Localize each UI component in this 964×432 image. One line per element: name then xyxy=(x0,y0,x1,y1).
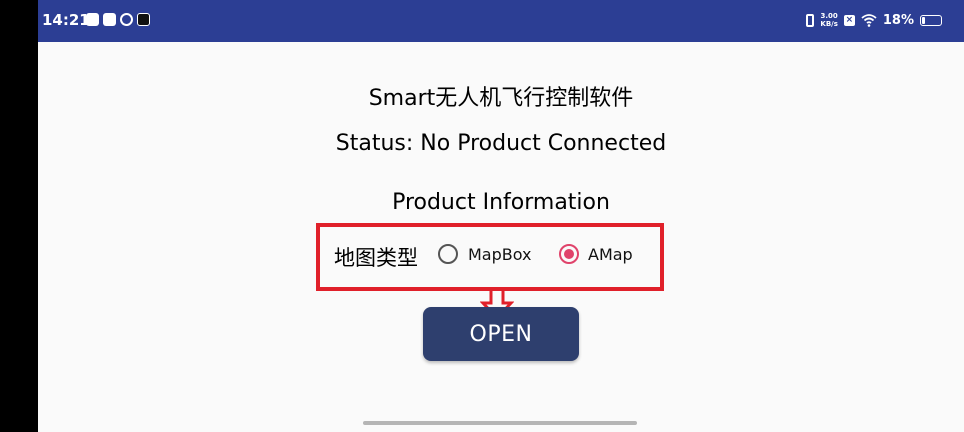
app-notification-icon xyxy=(86,13,99,26)
sync-notification-icon xyxy=(120,13,133,26)
amap-radio[interactable] xyxy=(559,244,579,264)
message-notification-icon xyxy=(103,13,116,26)
system-icons: 3.00 KB/s × 18% xyxy=(806,12,942,28)
close-box-icon: × xyxy=(843,14,855,26)
mapbox-radio-label[interactable]: MapBox xyxy=(468,245,532,264)
product-information-heading: Product Information xyxy=(392,190,610,215)
battery-percent: 18% xyxy=(882,12,914,28)
main-content: Smart无人机飞行控制软件 Status: No Product Connec… xyxy=(38,42,964,432)
app-title: Smart无人机飞行控制软件 xyxy=(368,86,634,111)
network-speed-unit: KB/s xyxy=(820,20,838,28)
wifi-icon xyxy=(861,14,877,27)
map-type-label: 地图类型 xyxy=(334,246,418,270)
notification-icons xyxy=(86,13,150,26)
network-speed: 3.00 KB/s xyxy=(820,12,837,28)
map-type-selector: 地图类型 MapBox AMap xyxy=(316,223,664,291)
vibrate-icon xyxy=(806,13,815,27)
radio-checked-dot xyxy=(564,249,574,259)
battery-icon xyxy=(920,14,942,26)
connection-status: Status: No Product Connected xyxy=(335,131,667,156)
network-speed-value: 3.00 xyxy=(820,12,838,20)
battery-fill xyxy=(922,16,925,24)
tiktok-notification-icon xyxy=(137,13,150,26)
home-indicator[interactable] xyxy=(363,421,637,425)
left-black-bar xyxy=(0,0,38,432)
open-button[interactable]: OPEN xyxy=(423,307,579,361)
amap-radio-label[interactable]: AMap xyxy=(588,245,633,264)
mapbox-radio[interactable] xyxy=(438,244,458,264)
status-bar: 14:21 3.00 KB/s × 18% xyxy=(38,0,964,42)
status-time: 14:21 xyxy=(42,11,90,29)
